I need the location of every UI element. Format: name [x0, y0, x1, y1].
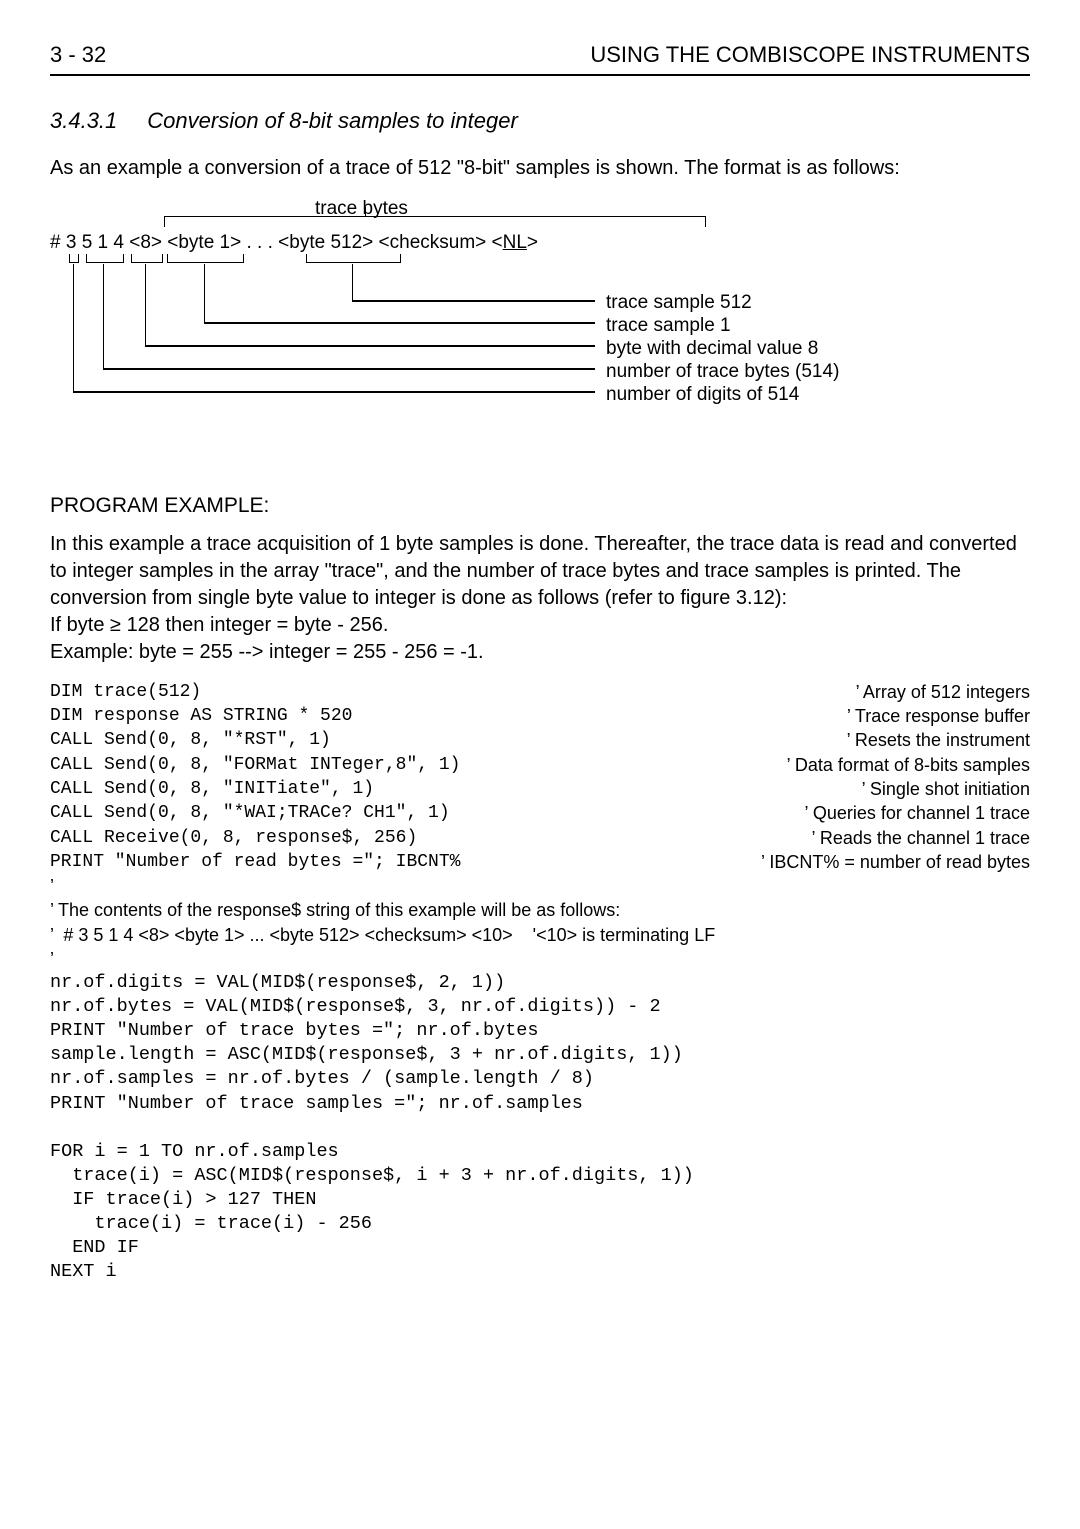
code-block-rest: nr.of.digits = VAL(MID$(response$, 2, 1)…	[50, 971, 1030, 1284]
code-line: CALL Receive(0, 8, response$, 256) ’ Read…	[50, 826, 1030, 850]
code-text: DIM trace(512)	[50, 680, 201, 704]
label-nbytes: number of trace bytes (514)	[606, 359, 839, 385]
code-line: PRINT "Number of read bytes ="; IBCNT% ’ …	[50, 850, 1030, 874]
trace-bytes-diagram: trace bytes # 3 5 1 4 <8> <byte 1> . . .…	[50, 196, 1030, 466]
hline-sample1	[204, 322, 595, 323]
label-sample512: trace sample 512	[606, 290, 752, 316]
program-intro-1: In this example a trace acquisition of 1…	[50, 531, 1030, 612]
vline-byte8	[145, 264, 146, 345]
code-text: PRINT "Number of read bytes ="; IBCNT%	[50, 850, 460, 874]
vline-sample1	[204, 264, 205, 322]
hline-ndigits	[73, 391, 595, 392]
hline-nbytes	[103, 368, 595, 369]
byte-line-prefix: # 3 5 1 4 <8> <byte 1> . . . <byte 512> …	[50, 232, 503, 253]
program-intro-3: Example: byte = 255 --> integer = 255 - …	[50, 639, 1030, 666]
label-sample1: trace sample 1	[606, 313, 731, 339]
code-text: DIM response AS STRING * 520	[50, 704, 352, 728]
code-text: CALL Receive(0, 8, response$, 256)	[50, 826, 417, 850]
code-text: CALL Send(0, 8, "FORMat INTeger,8", 1)	[50, 753, 460, 777]
code-line: CALL Send(0, 8, "*RST", 1) ’ Resets the i…	[50, 728, 1030, 752]
code-line: CALL Send(0, 8, "FORMat INTeger,8", 1) ’ …	[50, 753, 1030, 777]
code-comment-line: ’ # 3 5 1 4 <8> <byte 1> ... <byte 512> …	[50, 923, 1030, 947]
hline-sample512	[352, 300, 595, 301]
code-comment-line: ’	[50, 874, 1030, 898]
code-line: CALL Send(0, 8, "*WAI;TRACe? CH1", 1) ’ Q…	[50, 801, 1030, 825]
vline-nbytes	[103, 264, 104, 368]
vline-sample512	[352, 264, 353, 300]
byte-line-nl: NL	[503, 232, 527, 253]
code-comment-line: ’ The contents of the response$ string o…	[50, 898, 1030, 922]
page-header: 3 - 32 USING THE COMBISCOPE INSTRUMENTS	[50, 40, 1030, 76]
code-listing: DIM trace(512) ’ Array of 512 integers DI…	[50, 680, 1030, 1284]
code-text: CALL Send(0, 8, "*RST", 1)	[50, 728, 331, 752]
label-byte8: byte with decimal value 8	[606, 336, 818, 362]
bracket-byte512	[306, 254, 401, 263]
code-comment: ’ Reads the channel 1 trace	[812, 826, 1030, 850]
section-title-text: Conversion of 8-bit samples to integer	[147, 106, 518, 136]
bracket-3	[69, 254, 79, 263]
code-comment: ’ Resets the instrument	[847, 728, 1030, 752]
byte-line-suffix: >	[527, 232, 538, 253]
page-title-right: USING THE COMBISCOPE INSTRUMENTS	[590, 40, 1030, 70]
code-comment: ’ Trace response buffer	[847, 704, 1030, 728]
bracket-8	[131, 254, 163, 263]
bracket-byte1	[167, 254, 244, 263]
hline-byte8	[145, 345, 595, 346]
diagram-top-bracket	[164, 216, 706, 227]
page-number-left: 3 - 32	[50, 40, 106, 70]
code-line: CALL Send(0, 8, "INITiate", 1) ’ Single s…	[50, 777, 1030, 801]
code-comment: ’ Array of 512 integers	[856, 680, 1030, 704]
code-line: DIM response AS STRING * 520 ’ Trace resp…	[50, 704, 1030, 728]
bracket-514	[86, 254, 124, 263]
section-number: 3.4.3.1	[50, 106, 117, 136]
program-example-heading: PROGRAM EXAMPLE:	[50, 492, 1030, 520]
code-comment: ’ Single shot initiation	[862, 777, 1030, 801]
code-comment-line: ’	[50, 947, 1030, 971]
vline-ndigits	[73, 264, 74, 391]
label-ndigits: number of digits of 514	[606, 382, 799, 408]
intro-paragraph: As an example a conversion of a trace of…	[50, 155, 1030, 182]
section-heading: 3.4.3.1 Conversion of 8-bit samples to i…	[50, 106, 1030, 136]
code-comment: ’ Queries for channel 1 trace	[805, 801, 1030, 825]
code-text: CALL Send(0, 8, "INITiate", 1)	[50, 777, 374, 801]
code-comment: ’ IBCNT% = number of read bytes	[761, 850, 1030, 874]
code-comment: ’ Data format of 8-bits samples	[787, 753, 1030, 777]
code-text: CALL Send(0, 8, "*WAI;TRACe? CH1", 1)	[50, 801, 450, 825]
program-intro-2: If byte ≥ 128 then integer = byte - 256.	[50, 612, 1030, 639]
code-line: DIM trace(512) ’ Array of 512 integers	[50, 680, 1030, 704]
diagram-byte-line: # 3 5 1 4 <8> <byte 1> . . . <byte 512> …	[50, 230, 538, 256]
